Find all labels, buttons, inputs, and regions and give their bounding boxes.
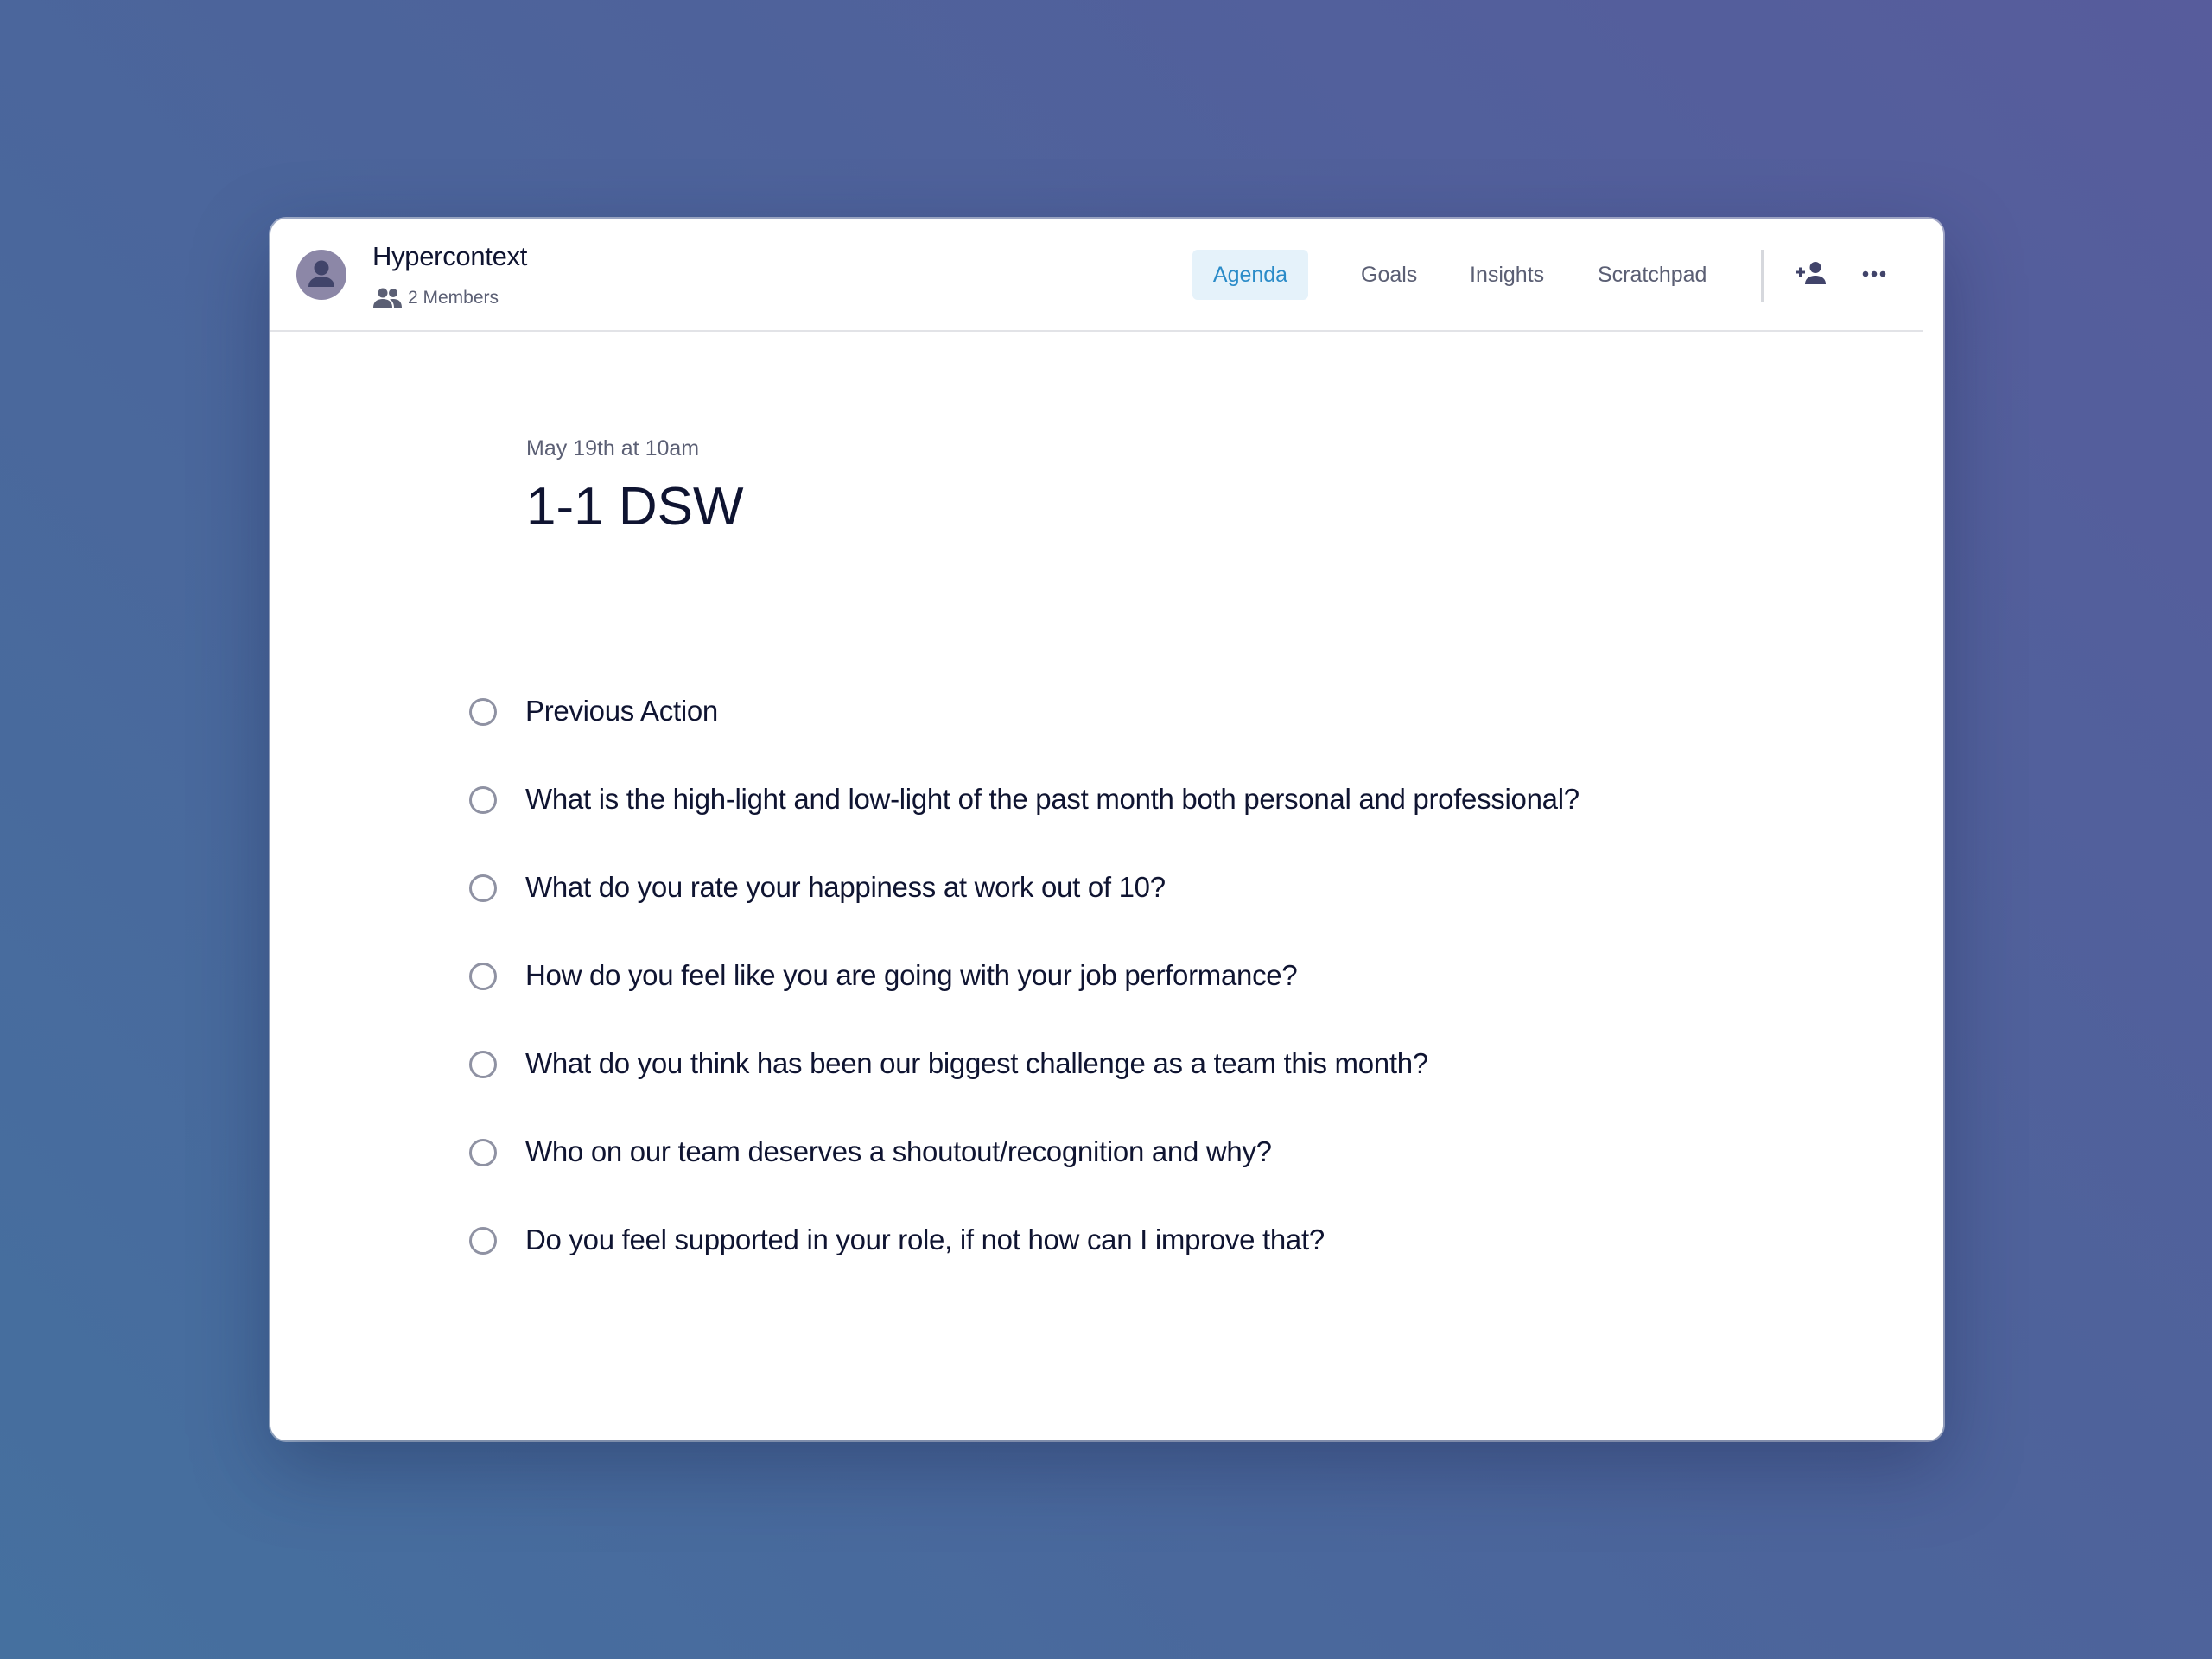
agenda-item: How do you feel like you are going with … [468,957,1851,1045]
agenda-item: Do you feel supported in your role, if n… [468,1221,1851,1309]
agenda-item-text[interactable]: Do you feel supported in your role, if n… [525,1221,1325,1259]
agenda-checkbox[interactable] [469,1227,497,1255]
tab-goals[interactable]: Goals [1361,250,1417,300]
group-icon [372,287,404,309]
agenda-checkbox[interactable] [469,874,497,902]
agenda-item-text[interactable]: What is the high-light and low-light of … [525,780,1580,818]
agenda-checkbox[interactable] [469,698,497,726]
meeting-window: Hypercontext 2 Members Agenda Goals Insi… [270,219,1943,1440]
meeting-title[interactable]: 1-1 DSW [526,476,743,537]
agenda-checkbox[interactable] [469,963,497,990]
tab-scratchpad[interactable]: Scratchpad [1598,250,1707,300]
agenda-item-text[interactable]: Previous Action [525,692,718,730]
agenda-checkbox[interactable] [469,1051,497,1078]
more-options-button[interactable] [1854,255,1894,295]
tab-agenda[interactable]: Agenda [1192,250,1308,300]
agenda-item: Who on our team deserves a shoutout/reco… [468,1133,1851,1221]
members-label: 2 Members [408,288,499,308]
members-count[interactable]: 2 Members [372,284,499,312]
agenda-item-text[interactable]: How do you feel like you are going with … [525,957,1298,995]
agenda-checkbox[interactable] [469,1139,497,1166]
agenda-item-text[interactable]: What do you think has been our biggest c… [525,1045,1428,1083]
agenda-checkbox[interactable] [469,786,497,814]
person-icon[interactable] [296,250,346,300]
meeting-header: Hypercontext 2 Members Agenda Goals Insi… [270,219,1923,332]
agenda-item: What is the high-light and low-light of … [468,780,1851,868]
agenda-item: Previous Action [468,692,1851,780]
tab-insights[interactable]: Insights [1470,250,1544,300]
agenda-item-text[interactable]: Who on our team deserves a shoutout/reco… [525,1133,1272,1171]
agenda-item: What do you think has been our biggest c… [468,1045,1851,1133]
agenda-item: What do you rate your happiness at work … [468,868,1851,957]
workspace-name[interactable]: Hypercontext [372,241,527,272]
header-divider [1761,250,1764,302]
add-member-button[interactable] [1792,255,1832,295]
meeting-date: May 19th at 10am [526,436,700,461]
more-horizontal-icon [1861,267,1887,283]
agenda-list: Previous Action What is the high-light a… [468,692,1851,1309]
add-person-icon [1795,260,1829,290]
agenda-item-text[interactable]: What do you rate your happiness at work … [525,868,1166,906]
